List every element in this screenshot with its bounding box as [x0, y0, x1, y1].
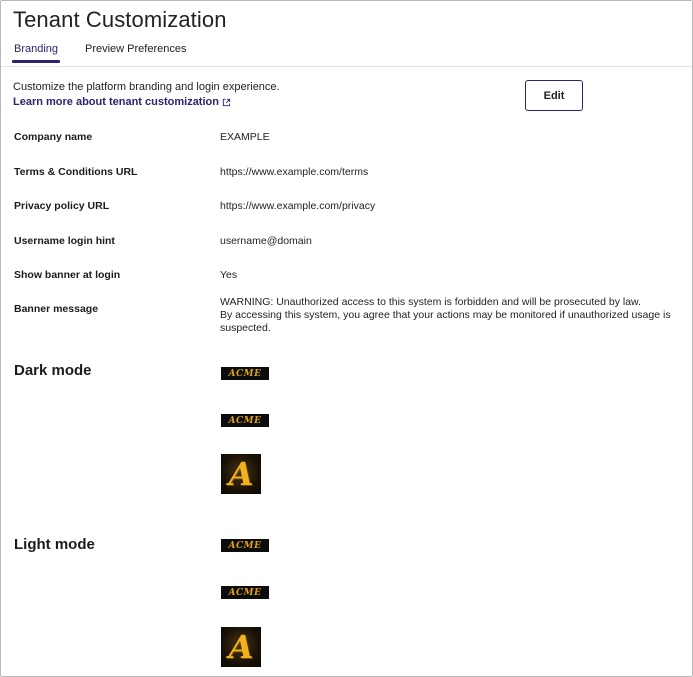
terms-url-value: https://www.example.com/terms [220, 166, 369, 178]
logo-wordmark: ACME [228, 587, 262, 598]
username-hint-label: Username login hint [14, 235, 115, 247]
banner-message-label: Banner message [14, 303, 99, 315]
light-mode-heading: Light mode [14, 536, 95, 553]
dark-mode-heading: Dark mode [14, 362, 92, 379]
company-name-value: EXAMPLE [220, 131, 270, 143]
logo-wordmark: ACME [228, 415, 262, 426]
page-title: Tenant Customization [13, 7, 227, 32]
learn-more-link[interactable]: Learn more about tenant customization [13, 96, 231, 108]
logo-letter: A [228, 628, 254, 666]
light-mode-logo-wide: ACME [221, 539, 269, 552]
tab-bar: Branding Preview Preferences [1, 39, 692, 67]
tenant-customization-panel: Tenant Customization Branding Preview Pr… [0, 0, 693, 677]
logo-wordmark: ACME [228, 368, 262, 379]
banner-message-line: By accessing this system, you agree that… [220, 309, 671, 334]
edit-button[interactable]: Edit [525, 80, 583, 111]
light-mode-logo-icon: A [221, 627, 261, 667]
banner-message-line: WARNING: Unauthorized access to this sys… [220, 296, 641, 308]
show-banner-value: Yes [220, 269, 238, 281]
dark-mode-logo-icon: A [221, 454, 261, 494]
light-mode-logo-wide-alt: ACME [221, 586, 269, 599]
tab-branding[interactable]: Branding [11, 43, 61, 63]
show-banner-label: Show banner at login [14, 269, 121, 281]
banner-message-value: WARNING: Unauthorized access to this sys… [220, 296, 692, 335]
privacy-url-label: Privacy policy URL [14, 200, 110, 212]
privacy-url-value: https://www.example.com/privacy [220, 200, 376, 212]
terms-url-label: Terms & Conditions URL [14, 166, 138, 178]
logo-letter: A [228, 455, 254, 493]
intro-description: Customize the platform branding and logi… [13, 81, 280, 93]
learn-more-label: Learn more about tenant customization [13, 96, 219, 108]
logo-wordmark: ACME [228, 540, 262, 551]
dark-mode-logo-wide: ACME [221, 367, 269, 380]
username-hint-value: username@domain [220, 235, 312, 247]
tab-preview-preferences[interactable]: Preview Preferences [85, 43, 187, 63]
dark-mode-logo-wide-alt: ACME [221, 414, 269, 427]
company-name-label: Company name [14, 131, 93, 143]
external-link-icon [222, 98, 231, 106]
